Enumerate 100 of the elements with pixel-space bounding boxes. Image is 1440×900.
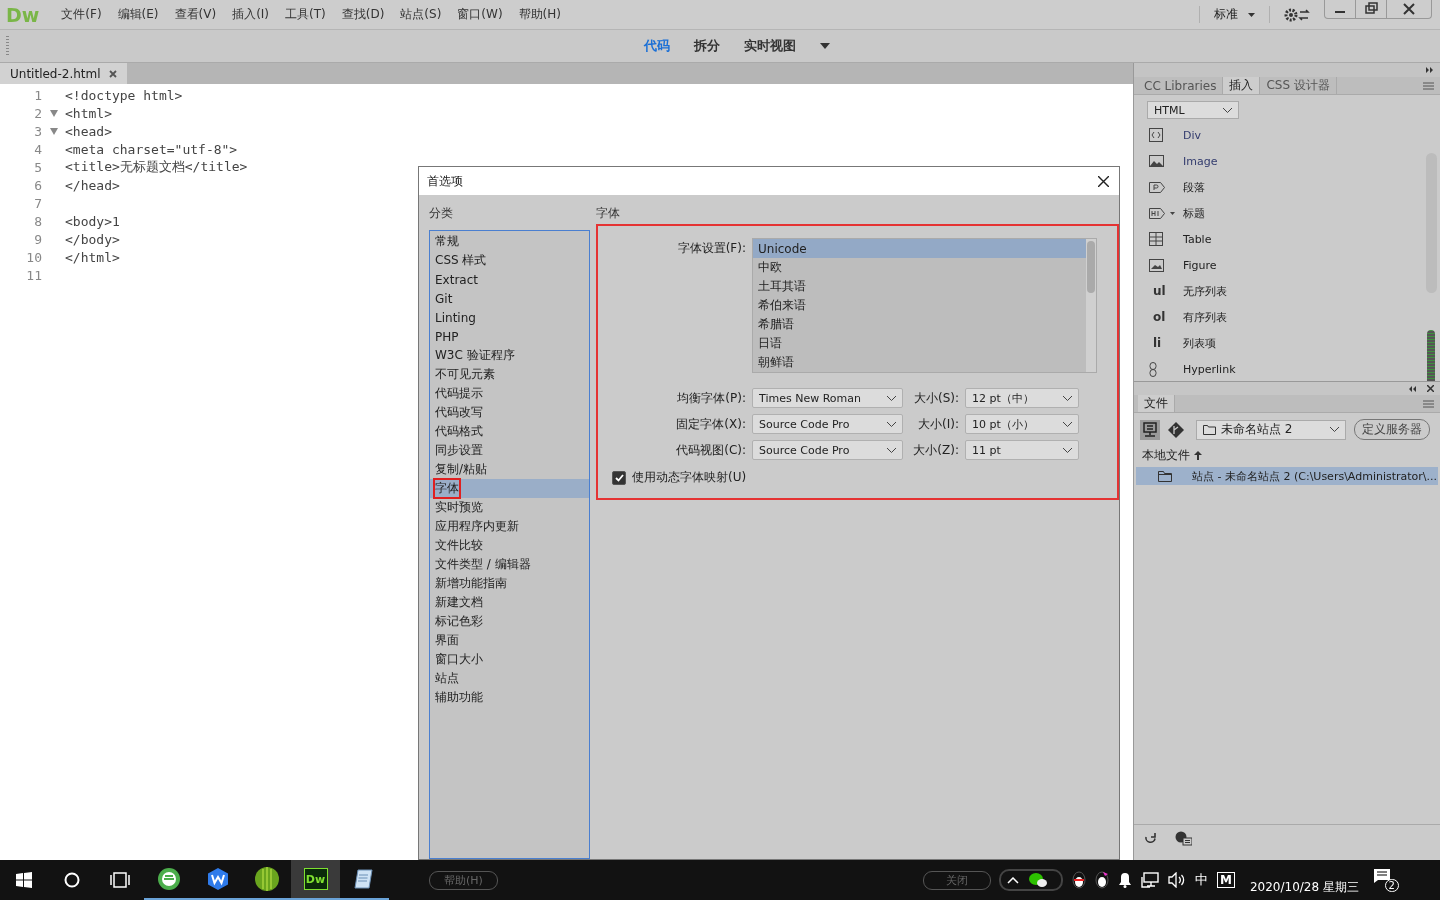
refresh-icon[interactable] [1144,832,1157,845]
category-item[interactable]: 站点 [430,669,589,688]
insert-item[interactable]: ul 无序列表 [1147,278,1440,304]
expand-icon[interactable] [1409,385,1417,392]
category-item[interactable]: 新增功能指南 [430,574,589,593]
panel-tab[interactable]: CSS 设计器 [1260,77,1337,94]
category-item[interactable]: 代码改写 [430,403,589,422]
category-item[interactable]: PHP [430,327,589,346]
menu-item[interactable]: 查找(D) [333,6,393,23]
category-item[interactable]: W3C 验证程序 [430,346,589,365]
network-icon[interactable] [1141,872,1159,888]
encoding-item[interactable]: 希腊语 [753,315,1086,334]
chevron-icon [887,395,896,401]
line-number: 10 [25,249,42,265]
insert-item[interactable]: Hyperlink [1147,356,1440,381]
insert-item[interactable]: 段落 [1147,174,1440,200]
close-icon[interactable] [1098,175,1109,187]
volume-icon[interactable] [1168,872,1186,888]
panel-tab[interactable]: 插入 [1223,77,1261,94]
size-dropdown[interactable]: 11 pt [965,440,1079,460]
font-dropdown[interactable]: Source Code Pro [752,414,903,434]
scrollbar-thumb[interactable] [1427,330,1435,381]
menu-item[interactable]: 窗口(W) [449,6,511,23]
encoding-item[interactable]: 朝鲜语 [753,353,1086,372]
font-dropdown[interactable]: Times New Roman [752,388,903,408]
git-diamond-icon[interactable] [1168,421,1184,438]
menu-item[interactable]: 查看(V) [166,6,225,23]
settings-icon[interactable] [1284,7,1310,22]
collapse-icon[interactable] [1426,67,1434,73]
menu-item[interactable]: 帮助(H) [510,6,569,23]
category-item[interactable]: 标记色彩 [430,612,589,631]
encoding-item[interactable]: 中欧 [753,258,1086,277]
menu-item[interactable]: 站点(S) [392,6,450,23]
category-item[interactable]: 文件类型 / 编辑器 [430,555,589,574]
insert-item[interactable]: Div [1147,122,1440,148]
chevron-icon [887,447,896,453]
monitor-icon[interactable] [1140,419,1160,440]
file-row[interactable]: 站点 - 未命名站点 2 (C:\Users\Administrator\... [1136,467,1438,485]
category-item[interactable]: 新建文档 [430,593,589,612]
fold-arrow-icon[interactable] [49,109,58,117]
menu-item[interactable]: 工具(T) [277,6,334,23]
tray-overflow[interactable] [999,869,1063,891]
penguin-icon[interactable] [1095,871,1109,889]
category-item[interactable]: 文件比较 [430,536,589,555]
insert-item[interactable]: 标题 [1147,200,1440,226]
category-item[interactable]: 代码提示 [430,384,589,403]
category-item[interactable]: 字体 [430,479,589,498]
bell-icon[interactable] [1118,872,1132,888]
insert-item[interactable]: ol 有序列表 [1147,304,1440,330]
tray-badge[interactable]: M [1217,872,1235,888]
insert-item[interactable]: li 列表项 [1147,330,1440,356]
category-item[interactable]: 应用程序内更新 [430,517,589,536]
globe-chat-icon[interactable] [1175,831,1192,846]
insert-item[interactable]: Figure [1147,252,1440,278]
category-item[interactable]: Git [430,289,589,308]
document-tab[interactable]: Untitled-2.html [0,63,127,84]
menu-item[interactable]: 插入(I) [224,6,278,23]
caret-icon[interactable] [819,43,830,49]
encoding-list[interactable]: Unicode 中欧 土耳其语 希伯来语 希腊语 日语 朝鲜语 [752,238,1097,373]
input-method-indicator[interactable]: 中 [1195,871,1208,889]
taskbar-app[interactable]: Dw [291,860,340,900]
fold-arrow-icon[interactable] [49,127,58,135]
encoding-item[interactable]: Unicode [753,239,1086,258]
size-dropdown[interactable]: 10 pt（小） [965,414,1079,434]
penguin-icon[interactable] [1072,871,1086,889]
menu-item[interactable]: 文件(F) [53,6,110,23]
scrollbar-thumb[interactable] [1087,241,1095,293]
encoding-item[interactable]: 土耳其语 [753,277,1086,296]
workspace-dropdown[interactable]: 标准 [1199,6,1270,23]
category-item[interactable]: 复制/粘贴 [430,460,589,479]
date-text[interactable]: 2020/10/28 星期三 [1249,864,1359,896]
font-dropdown[interactable]: Source Code Pro [752,440,903,460]
define-server-button[interactable]: 定义服务器 [1354,419,1430,440]
category-item[interactable]: 同步设置 [430,441,589,460]
category-dropdown[interactable]: HTML [1147,101,1239,119]
panel-tab[interactable]: 文件 [1138,395,1175,412]
site-dropdown[interactable]: 未命名站点 2 [1196,419,1346,440]
insert-item[interactable]: Table [1147,226,1440,252]
notification-button[interactable]: 2 [1373,868,1399,892]
category-item[interactable]: Linting [430,308,589,327]
category-item[interactable]: CSS 样式 [430,251,589,270]
category-item[interactable]: Extract [430,270,589,289]
insert-item[interactable]: Image [1147,148,1440,174]
view-mode-tab[interactable]: 实时视图 [743,37,796,55]
size-dropdown[interactable]: 12 pt（中） [965,388,1079,408]
close-icon[interactable] [1427,385,1434,392]
sort-up-icon[interactable] [1194,451,1202,460]
category-item[interactable]: 辅助功能 [430,688,589,707]
category-item[interactable]: 代码格式 [430,422,589,441]
menu-item[interactable]: 编辑(E) [109,6,167,23]
category-item[interactable]: 不可见元素 [430,365,589,384]
category-item[interactable]: 界面 [430,631,589,650]
category-item[interactable]: 常规 [430,232,589,251]
category-item[interactable]: 窗口大小 [430,650,589,669]
encoding-item[interactable]: 希伯来语 [753,296,1086,315]
category-item[interactable]: 实时预览 [430,498,589,517]
checkbox[interactable] [612,470,626,485]
view-mode-tab[interactable]: 拆分 [693,37,720,55]
encoding-item[interactable]: 日语 [753,334,1086,353]
column-header[interactable]: 本地文件 [1142,447,1190,464]
